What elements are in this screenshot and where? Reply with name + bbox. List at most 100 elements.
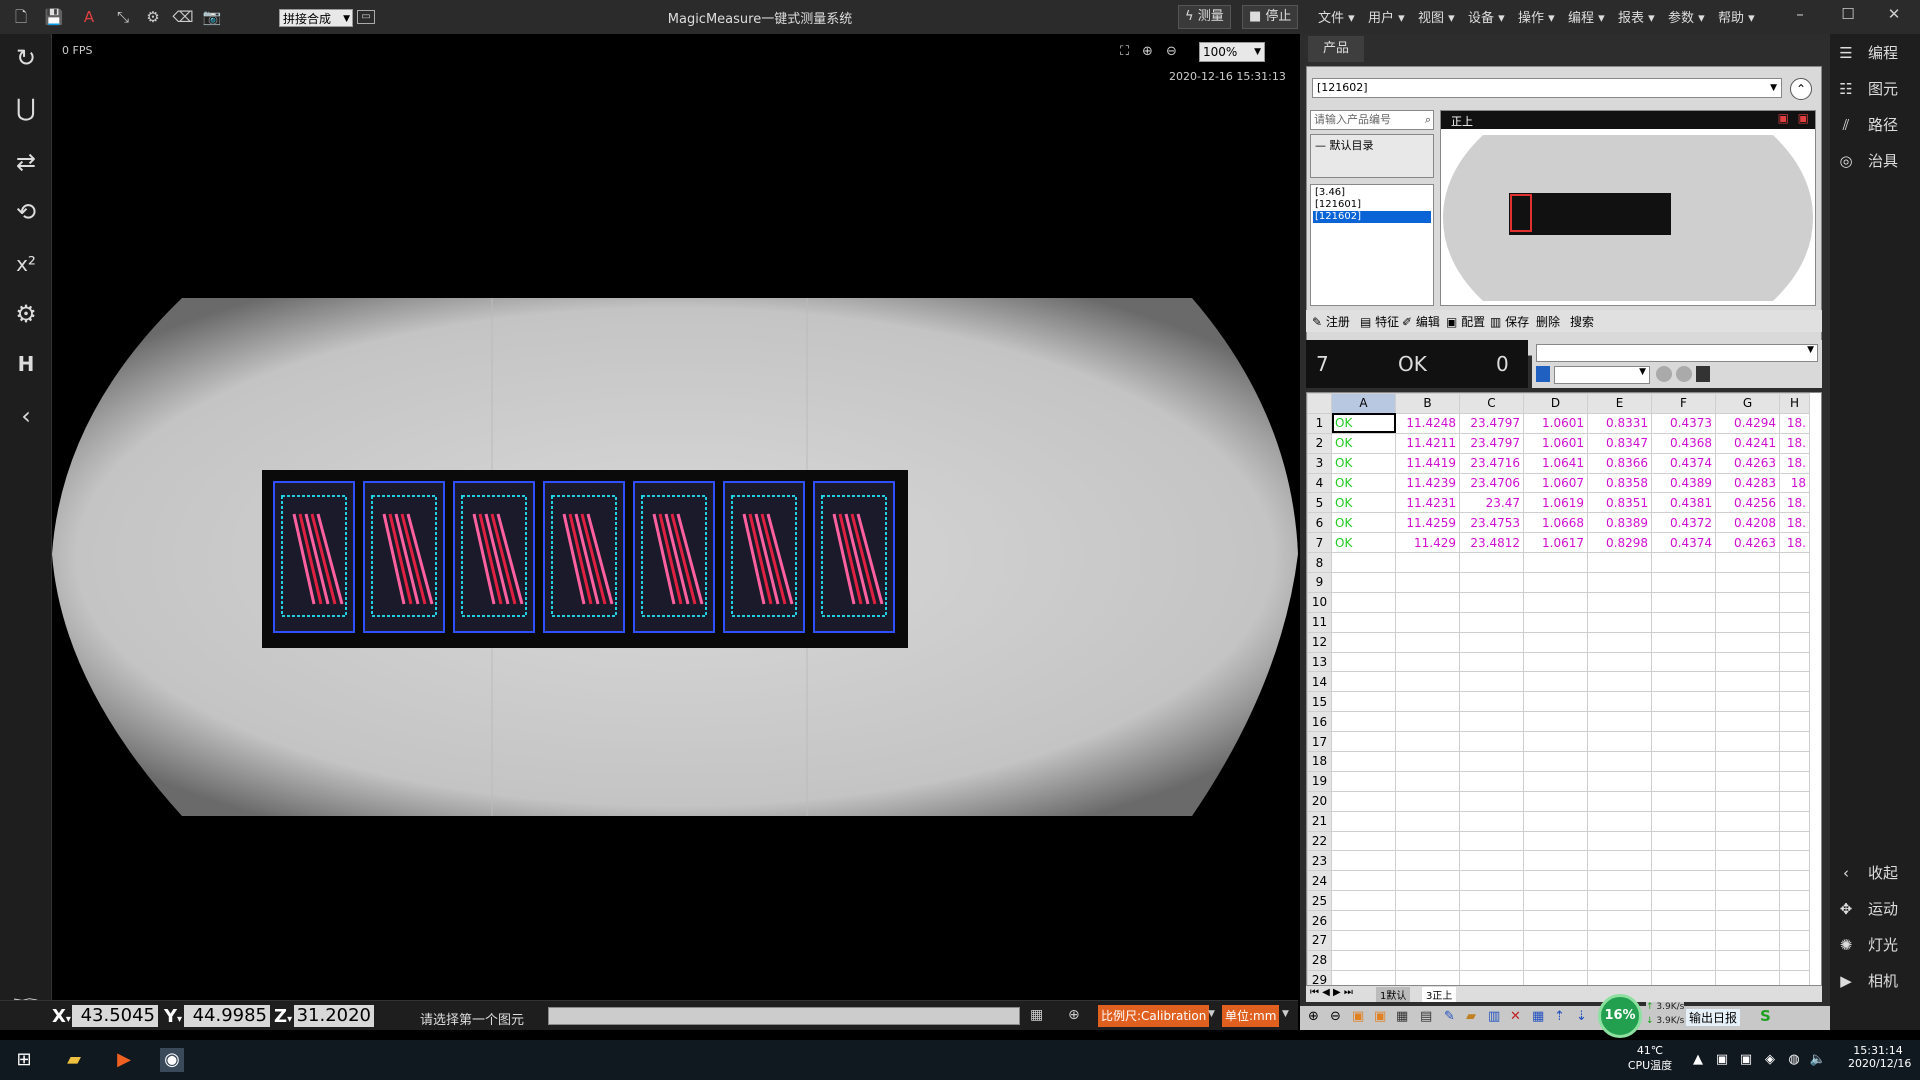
grid-cell[interactable]	[1395, 671, 1460, 693]
grid-cell[interactable]	[1331, 651, 1396, 673]
grid-cell[interactable]	[1587, 870, 1652, 892]
grid-cell[interactable]	[1715, 671, 1780, 693]
grid-cell[interactable]	[1715, 631, 1780, 653]
table-row[interactable]: 1 OK 11.4248 23.4797 1.0601 0.8331 0.4373 0.429…	[1307, 412, 1810, 434]
new-file-icon[interactable]: 🗋	[10, 6, 32, 28]
grid-cell[interactable]	[1779, 969, 1810, 985]
grid-cell[interactable]: 18.	[1779, 532, 1810, 554]
book-icon[interactable]	[1536, 366, 1550, 382]
fullscreen-icon[interactable]: ⛶	[1120, 44, 1129, 59]
grid-cell[interactable]: 18.	[1779, 492, 1810, 514]
menu-operate[interactable]: 操作 ▾	[1518, 7, 1555, 26]
collapse-button[interactable]: ⌃	[1790, 78, 1812, 100]
grid-cell[interactable]	[1459, 552, 1524, 574]
grid-cell[interactable]	[1523, 671, 1588, 693]
row-header[interactable]: 25	[1307, 890, 1332, 912]
grid-cell[interactable]: 1.0641	[1523, 452, 1588, 474]
grid-cell[interactable]	[1715, 850, 1780, 872]
grid-cell[interactable]: OK	[1331, 532, 1396, 554]
grid-cell[interactable]	[1587, 910, 1652, 932]
grid-cell[interactable]: 0.4373	[1651, 412, 1716, 434]
nav-path[interactable]: ⫽ 路径	[1834, 114, 1898, 135]
download-icon[interactable]: ⇣	[1576, 1009, 1587, 1024]
grid-cell[interactable]	[1651, 591, 1716, 613]
grid-icon[interactable]: ▦	[1532, 1009, 1544, 1024]
nav-motion[interactable]: ✥ 运动	[1834, 898, 1898, 919]
grid-cell[interactable]	[1651, 930, 1716, 951]
grid-cell[interactable]	[1331, 731, 1396, 753]
grid-cell[interactable]	[1715, 830, 1780, 852]
delete-button[interactable]: 删除	[1536, 313, 1560, 330]
mode-select[interactable]: 拼接合成 ▼	[279, 9, 353, 27]
home-box-icon[interactable]: H	[8, 346, 44, 382]
row-header[interactable]: 2	[1307, 432, 1332, 454]
grid-cell[interactable]	[1459, 890, 1524, 912]
grid-cell[interactable]	[1459, 850, 1524, 872]
menu-report[interactable]: 报表 ▾	[1618, 7, 1655, 26]
table-row[interactable]: 15	[1307, 691, 1810, 713]
grid-cell[interactable]: OK	[1331, 412, 1396, 434]
camera-viewport[interactable]: 0 FPS ⛶ ⊕ ⊖ 100% ▼ 2020-12-16 15:31:13	[52, 34, 1298, 1030]
grid-cell[interactable]	[1587, 572, 1652, 593]
grid-cell[interactable]	[1715, 890, 1780, 912]
grid-cell[interactable]	[1459, 910, 1524, 932]
grid-cell[interactable]	[1395, 850, 1460, 872]
row-header[interactable]: 19	[1307, 770, 1332, 792]
nav-fixture[interactable]: ◎ 治具	[1834, 150, 1898, 171]
grid-cell[interactable]	[1523, 591, 1588, 613]
grid-cell[interactable]	[1715, 770, 1780, 792]
settings-icon[interactable]: ▣	[1374, 1009, 1386, 1024]
grid-cell[interactable]	[1779, 890, 1810, 912]
camera-image[interactable]	[52, 264, 1298, 816]
grid-cell[interactable]: 1.0617	[1523, 532, 1588, 554]
close-icon[interactable]: ✕	[1874, 5, 1914, 23]
grid-cell[interactable]	[1779, 691, 1810, 713]
grid-cell[interactable]	[1331, 949, 1396, 971]
zoom-in-icon[interactable]: ⊕	[1308, 1009, 1319, 1024]
grid-cell[interactable]	[1331, 910, 1396, 932]
grid-cell[interactable]	[1587, 611, 1652, 633]
grid-cell[interactable]: 0.4241	[1715, 432, 1780, 454]
grid-cell[interactable]: 0.8331	[1587, 412, 1652, 434]
grid-cell[interactable]	[1587, 850, 1652, 872]
scale-select[interactable]: 比例尺:Calibration	[1098, 1005, 1210, 1027]
grid-cell[interactable]	[1331, 591, 1396, 613]
grid-cell[interactable]	[1331, 711, 1396, 733]
grid-cell[interactable]	[1779, 731, 1810, 753]
feature-button[interactable]: ▤ 特征	[1360, 313, 1399, 330]
table-row[interactable]: 5 OK 11.4231 23.47 1.0619 0.8351 0.4381 0.4256 1…	[1307, 492, 1810, 514]
table-row[interactable]: 28	[1307, 949, 1810, 971]
menu-file[interactable]: 文件 ▾	[1318, 7, 1355, 26]
column-header[interactable]: F	[1651, 393, 1716, 414]
grid-cell[interactable]	[1587, 751, 1652, 772]
table-row[interactable]: 8	[1307, 552, 1810, 574]
nav-light[interactable]: ✺ 灯光	[1834, 934, 1898, 955]
grid-cell[interactable]: 18.	[1779, 412, 1810, 434]
grid-cell[interactable]	[1331, 930, 1396, 951]
grid-cell[interactable]	[1523, 870, 1588, 892]
row-header[interactable]: 26	[1307, 910, 1332, 932]
menu-program[interactable]: 编程 ▾	[1568, 7, 1605, 26]
row-header[interactable]: 16	[1307, 711, 1332, 733]
image-icon[interactable]: ▣	[1778, 111, 1789, 125]
stop-button[interactable]: ■ 停止	[1242, 5, 1299, 29]
grid-cell[interactable]	[1587, 930, 1652, 951]
search-zoom-icon[interactable]: ⊕	[1068, 1007, 1080, 1023]
grid-cell[interactable]	[1459, 631, 1524, 653]
table-row[interactable]: 21	[1307, 810, 1810, 832]
grid-cell[interactable]	[1651, 671, 1716, 693]
grid-cell[interactable]: 11.4231	[1395, 492, 1460, 514]
grid-cell[interactable]	[1459, 731, 1524, 753]
grid-cell[interactable]	[1331, 850, 1396, 872]
grid-cell[interactable]	[1459, 810, 1524, 832]
grid-cell[interactable]: 0.8347	[1587, 432, 1652, 454]
grid-cell[interactable]	[1779, 810, 1810, 832]
text-tool-icon[interactable]: A	[78, 6, 100, 28]
column-header[interactable]: B	[1395, 393, 1460, 414]
grid-cell[interactable]	[1715, 611, 1780, 633]
grid-cell[interactable]	[1459, 611, 1524, 633]
grid-cell[interactable]	[1395, 611, 1460, 633]
grid-cell[interactable]	[1587, 890, 1652, 912]
sheet-tab-top[interactable]: 3正上	[1422, 987, 1457, 1002]
product-select[interactable]: [121602] ▼	[1312, 78, 1782, 98]
